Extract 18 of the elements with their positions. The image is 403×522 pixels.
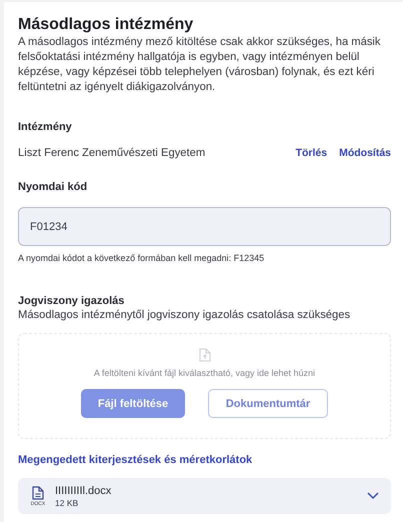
field-hint: A nyomdai kódot a következő formában kell megadni: F12345	[18, 253, 266, 263]
field-label: Intézmény	[18, 121, 73, 133]
field-label: Jogviszony igazolás	[18, 295, 126, 307]
file-name: IIIIIIIIIl.docx	[55, 484, 112, 496]
field-label: Nyomdai kód	[18, 181, 88, 193]
field-description: Másodlagos intézménytől jogviszony igazolás csatolása szükséges	[18, 309, 352, 321]
action-link[interactable]: Törlés	[296, 147, 328, 159]
action-link[interactable]: Módosítás	[339, 147, 391, 159]
limits-link[interactable]: Megengedett kiterjesztések és méretkorlátok	[18, 454, 391, 466]
section-title: Másodlagos intézmény	[18, 16, 194, 34]
drop-zone-text: A feltölteni kívánt fájl kiválasztható, vagy ide lehet húzni	[94, 368, 316, 378]
section-description: A másodlagos intézmény mező kitöltése csak akkor szükséges, ha másik felsőoktatási intézmény hallgatója is egyben, vagy intézményen belül képzése, vagy képzései több telephelyen (városban) folynak, és ezt kéri feltüntetni az igényelt diákigazolványon.	[18, 35, 382, 95]
file-upload-icon	[198, 348, 210, 362]
print-code-field[interactable]: F01234	[18, 207, 391, 246]
institution-name: Liszt Ferenc Zeneművészeti Egyetem	[18, 147, 206, 159]
file-size: 12 KB	[55, 498, 80, 508]
document-icon	[32, 486, 44, 500]
chevron-icon[interactable]	[367, 492, 379, 500]
